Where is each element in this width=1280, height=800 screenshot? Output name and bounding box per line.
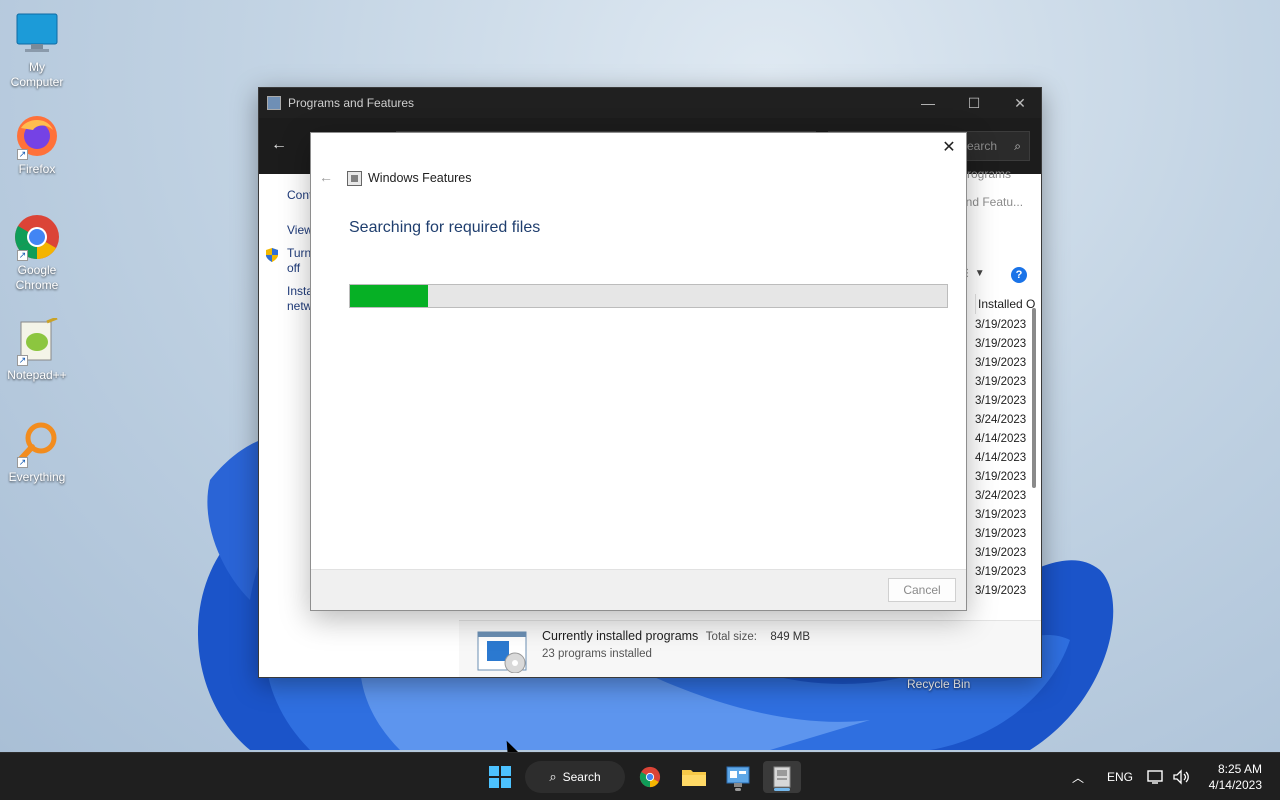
control-panel-icon [267, 96, 281, 110]
list-item[interactable]: 3/19/2023 [975, 544, 1031, 563]
taskbar-search-label: Search [562, 770, 601, 784]
desktop-icon-label: My Computer [10, 60, 64, 89]
system-clock[interactable]: 8:25 AM 4/14/2023 [1209, 761, 1262, 793]
shortcut-arrow-icon: ↗ [17, 457, 28, 468]
taskbar-control-panel[interactable] [720, 761, 756, 793]
taskbar-windows-features[interactable] [763, 761, 801, 793]
installed-programs-icon [477, 631, 527, 673]
list-item[interactable]: 3/24/2023 [975, 487, 1031, 506]
desktop-icon-everything[interactable]: ↗ Everything [4, 420, 70, 485]
status-heading: Searching for required files [349, 219, 541, 236]
volume-icon[interactable] [1172, 753, 1190, 800]
list-item[interactable]: 3/19/2023 [975, 335, 1031, 354]
windows-features-dialog: ✕ ← Windows Features Searching for requi… [310, 132, 967, 611]
shortcut-arrow-icon: ↗ [17, 149, 28, 160]
search-icon: ⌕ [1014, 139, 1021, 153]
list-item[interactable]: 3/19/2023 [975, 582, 1031, 601]
chrome-icon: ↗ [13, 213, 61, 261]
shortcut-arrow-icon: ↗ [17, 355, 28, 366]
list-item[interactable]: 3/19/2023 [975, 392, 1031, 411]
desktop-icon-my-computer[interactable]: My Computer [4, 10, 70, 90]
window-titlebar[interactable]: Programs and Features — ☐ ✕ [259, 88, 1041, 118]
list-item[interactable]: 3/19/2023 [975, 525, 1031, 544]
start-button[interactable] [482, 761, 518, 793]
minimize-button[interactable]: — [905, 88, 951, 118]
search-icon: ⌕ [549, 769, 557, 784]
progress-bar-fill [350, 285, 428, 307]
total-size-label: Total size: [705, 631, 757, 643]
list-item[interactable]: 4/14/2023 [975, 430, 1031, 449]
total-size-value: 849 MB [770, 631, 811, 643]
installed-programs-title: Currently installed programs [542, 629, 699, 643]
everything-search-icon: ↗ [13, 420, 61, 468]
details-pane: Currently installed programs Total size:… [459, 620, 1041, 677]
firefox-icon: ↗ [13, 112, 61, 160]
chrome-icon [639, 766, 661, 788]
list-item[interactable]: 3/19/2023 [975, 354, 1031, 373]
maximize-button[interactable]: ☐ [951, 88, 997, 118]
cancel-button[interactable]: Cancel [888, 578, 956, 602]
desktop-icon-label: Google Chrome [15, 263, 59, 292]
list-item[interactable]: 3/19/2023 [975, 563, 1031, 582]
list-item[interactable]: 3/19/2023 [975, 316, 1031, 335]
control-panel-icon [726, 766, 750, 787]
taskbar-search-button[interactable]: ⌕ Search [525, 761, 625, 793]
vertical-scrollbar[interactable] [1032, 308, 1036, 488]
progress-bar [349, 284, 948, 308]
installed-dates-column: 3/19/2023 3/19/2023 3/19/2023 3/19/2023 … [975, 316, 1031, 601]
back-arrow-icon[interactable]: ← [319, 169, 333, 185]
close-icon[interactable]: ✕ [938, 137, 960, 159]
windows-logo-icon [489, 766, 511, 788]
windows-features-icon [347, 171, 362, 186]
list-item[interactable]: 3/19/2023 [975, 468, 1031, 487]
running-indicator [735, 788, 741, 791]
show-hidden-icons-button[interactable]: ︿ [1072, 753, 1084, 800]
taskbar: ⌕ Search ︿ ENG 8:25 AM 4/14/2023 [0, 752, 1280, 800]
desktop-icon-label: Firefox [18, 162, 56, 176]
close-window-button[interactable]: ✕ [997, 88, 1041, 118]
network-icon[interactable] [1147, 753, 1165, 800]
chevron-up-icon: ︿ [1072, 770, 1085, 785]
list-item[interactable]: 3/19/2023 [975, 506, 1031, 525]
desktop-icon-label: Notepad++ [7, 368, 67, 382]
back-arrow-icon[interactable]: ← [271, 136, 287, 154]
recycle-bin-label[interactable]: Recycle Bin [907, 677, 970, 691]
help-icon[interactable]: ? [1011, 267, 1027, 283]
column-header-installed-on[interactable]: Installed On [975, 294, 1035, 314]
desktop-icon-label: Everything [8, 470, 66, 484]
desktop-icon-notepadplusplus[interactable]: ↗ Notepad++ [4, 316, 70, 383]
desktop-icon-chrome[interactable]: ↗ Google Chrome [4, 213, 70, 293]
active-indicator [774, 788, 790, 791]
dialog-button-bar: Cancel [311, 569, 966, 610]
uac-shield-icon [266, 248, 278, 262]
clock-time: 8:25 AM [1217, 762, 1262, 776]
taskbar-chrome[interactable] [632, 761, 668, 793]
dialog-title: Windows Features [368, 171, 472, 185]
windows-features-icon [773, 766, 791, 788]
language-indicator[interactable]: ENG [1107, 753, 1133, 800]
list-item[interactable]: 3/24/2023 [975, 411, 1031, 430]
shortcut-arrow-icon: ↗ [17, 250, 28, 261]
programs-count: 23 programs installed [542, 648, 652, 660]
window-title: Programs and Features [288, 96, 415, 110]
monitor-icon [13, 10, 61, 58]
taskbar-file-explorer[interactable] [676, 761, 712, 793]
notepadplusplus-icon: ↗ [13, 316, 61, 366]
clock-date: 4/14/2023 [1208, 778, 1262, 792]
list-item[interactable]: 4/14/2023 [975, 449, 1031, 468]
list-item[interactable]: 3/19/2023 [975, 373, 1031, 392]
folder-icon [682, 770, 706, 786]
desktop-icon-firefox[interactable]: ↗ Firefox [4, 112, 70, 177]
